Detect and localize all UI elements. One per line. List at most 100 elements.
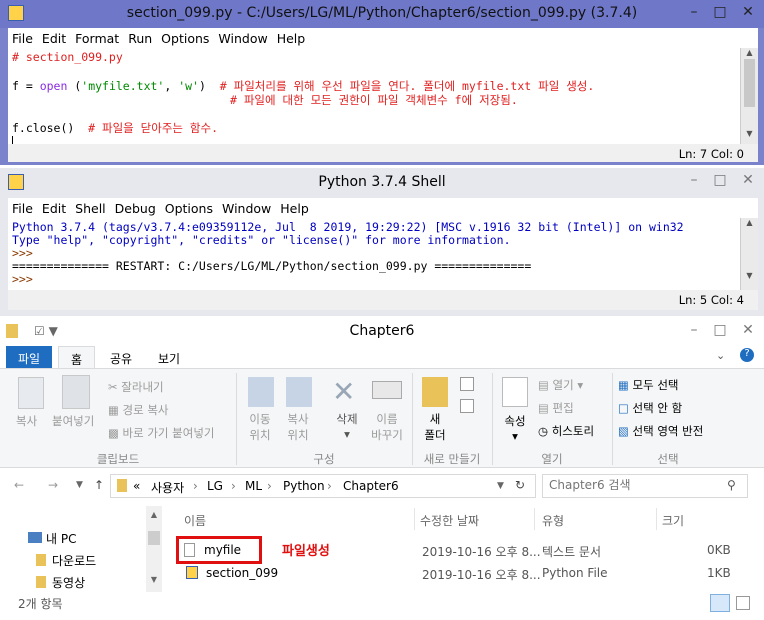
menu-format[interactable]: Format xyxy=(75,28,119,46)
nav-item-videos[interactable]: 동영상 xyxy=(52,574,85,591)
select-none-icon: □ xyxy=(618,401,633,415)
explorer-window: ☑ ▼ Chapter6 – □ ✕ 파일 홈 공유 보기 ⌄ ? 복사 붙여넣… xyxy=(0,318,764,620)
ribbon: 복사 붙여넣기 ✂ 잘라내기 ▦ 경로 복사 ▩ 바로 가기 붙여넣기 클립보드… xyxy=(0,368,764,468)
column-type[interactable]: 유형 xyxy=(542,512,564,529)
minimize-icon[interactable]: – xyxy=(680,0,708,24)
menu-options[interactable]: Options xyxy=(165,198,213,216)
tab-file[interactable]: 파일 xyxy=(6,346,53,368)
search-input[interactable] xyxy=(549,478,719,492)
minimize-icon[interactable]: – xyxy=(680,168,708,192)
copy-icon xyxy=(18,377,44,409)
copy-button[interactable]: 복사 xyxy=(16,413,37,429)
open-icon: ▤ xyxy=(538,378,553,392)
menu-debug[interactable]: Debug xyxy=(115,198,156,216)
select-all-button[interactable]: ▦ 모두 선택 xyxy=(618,377,679,393)
nav-item-downloads[interactable]: 다운로드 xyxy=(52,552,96,569)
close-icon[interactable]: ✕ xyxy=(734,168,762,192)
properties-icon xyxy=(502,377,528,407)
breadcrumb-chapter6[interactable]: Chapter6 xyxy=(343,479,399,493)
menu-file[interactable]: File xyxy=(12,28,33,46)
paste-button[interactable]: 붙여넣기 xyxy=(52,413,94,429)
breadcrumb-python[interactable]: Python xyxy=(283,479,325,493)
forward-arrow-icon[interactable]: → xyxy=(48,478,58,492)
search-icon[interactable]: ⚲ xyxy=(727,478,736,492)
up-arrow-icon[interactable]: ↑ xyxy=(94,478,104,492)
file-date: 2019-10-16 오후 8... xyxy=(422,568,541,582)
folder-icon xyxy=(117,479,127,492)
chevron-down-icon[interactable]: ⌄ xyxy=(716,349,725,362)
editor-menubar: File Edit Format Run Options Window Help xyxy=(8,28,758,48)
group-organize: 구성 xyxy=(313,452,335,466)
address-chevron-icon[interactable]: ▼ xyxy=(497,481,504,491)
code-line-6: f.close() # 파일을 닫아주는 함수. xyxy=(12,121,219,135)
select-none-button[interactable]: □ 선택 안 함 xyxy=(618,400,682,416)
shell-menubar: File Edit Shell Debug Options Window Help xyxy=(8,198,758,218)
new-item-icon[interactable] xyxy=(460,377,474,391)
pc-icon xyxy=(28,532,42,543)
table-row[interactable]: section_099 2019-10-16 오후 8... Python Fi… xyxy=(176,563,756,585)
address-bar[interactable]: « 사용자 › LG › ML › Python › Chapter6 ▼ ↻ xyxy=(110,474,536,498)
delete-icon: ✕ xyxy=(332,375,356,408)
close-icon[interactable]: ✕ xyxy=(734,0,762,24)
breadcrumb-users[interactable]: 사용자 xyxy=(151,479,184,496)
copy-path-button[interactable]: ▦ 경로 복사 xyxy=(108,402,169,418)
menu-window[interactable]: Window xyxy=(218,28,267,46)
column-date[interactable]: 수정한 날짜 xyxy=(420,512,479,529)
cut-button[interactable]: ✂ 잘라내기 xyxy=(108,379,164,395)
maximize-icon[interactable]: □ xyxy=(706,168,734,192)
menu-help[interactable]: Help xyxy=(280,198,309,216)
help-icon[interactable]: ? xyxy=(740,348,754,362)
shell-scrollbar[interactable]: ▲ ▼ xyxy=(740,218,758,290)
editor-scrollbar[interactable]: ▲ ▼ xyxy=(740,48,758,144)
file-name: section_099 xyxy=(206,566,279,580)
column-name[interactable]: 이름 xyxy=(184,512,206,529)
shell-output[interactable]: Python 3.7.4 (tags/v3.7.4:e09359112e, Ju… xyxy=(8,218,740,290)
minimize-icon[interactable]: – xyxy=(680,318,708,342)
tab-home[interactable]: 홈 xyxy=(58,346,96,368)
tab-share[interactable]: 공유 xyxy=(98,346,144,368)
column-size[interactable]: 크기 xyxy=(662,512,684,529)
history-button[interactable]: ◷ 히스토리 xyxy=(538,423,594,439)
move-to-button[interactable]: 이동 위치 xyxy=(248,411,272,443)
refresh-icon[interactable]: ↻ xyxy=(515,478,525,492)
edit-button[interactable]: ▤ 편집 xyxy=(538,400,574,416)
search-box[interactable]: ⚲ xyxy=(542,474,748,498)
close-icon[interactable]: ✕ xyxy=(734,318,762,342)
rename-button[interactable]: 이름 바꾸기 xyxy=(370,411,404,443)
maximize-icon[interactable]: □ xyxy=(706,318,734,342)
menu-shell[interactable]: Shell xyxy=(75,198,106,216)
copy-to-button[interactable]: 복사 위치 xyxy=(286,411,310,443)
menu-help[interactable]: Help xyxy=(277,28,306,46)
easy-access-icon[interactable] xyxy=(460,399,474,413)
file-type: 텍스트 문서 xyxy=(542,545,602,559)
large-icons-view-icon[interactable] xyxy=(736,596,750,610)
menu-run[interactable]: Run xyxy=(128,28,152,46)
menu-edit[interactable]: Edit xyxy=(42,28,66,46)
table-row[interactable]: myfile 2019-10-16 오후 8... 텍스트 문서 0KB xyxy=(176,540,756,562)
details-view-icon[interactable] xyxy=(710,594,730,612)
file-size: 1KB xyxy=(707,566,731,580)
recent-chevron-icon[interactable]: ▼ xyxy=(76,480,83,490)
paste-icon xyxy=(62,375,90,409)
nav-scrollbar[interactable]: ▲ ▼ xyxy=(146,506,162,592)
menu-window[interactable]: Window xyxy=(222,198,271,216)
group-select: 선택 xyxy=(657,452,679,466)
tab-view[interactable]: 보기 xyxy=(146,346,192,368)
maximize-icon[interactable]: □ xyxy=(706,0,734,24)
breadcrumb-overflow[interactable]: « xyxy=(133,479,140,493)
invert-selection-button[interactable]: ▧ 선택 영역 반전 xyxy=(618,423,703,439)
menu-edit[interactable]: Edit xyxy=(42,198,66,216)
python-file-icon xyxy=(186,566,198,579)
back-arrow-icon[interactable]: ← xyxy=(14,478,24,492)
breadcrumb-ml[interactable]: ML xyxy=(245,479,262,493)
menu-file[interactable]: File xyxy=(12,198,33,216)
open-button[interactable]: ▤ 열기 ▾ xyxy=(538,377,583,393)
nav-item-mypc[interactable]: 내 PC xyxy=(46,530,76,547)
new-folder-button[interactable]: 새 폴더 xyxy=(424,411,446,443)
properties-button[interactable]: 속성 ▾ xyxy=(502,413,528,443)
code-area[interactable]: # section_099.py f = open ('myfile.txt',… xyxy=(8,48,740,148)
menu-options[interactable]: Options xyxy=(161,28,209,46)
delete-button[interactable]: 삭제 ▾ xyxy=(334,411,360,441)
breadcrumb-lg[interactable]: LG xyxy=(207,479,223,493)
paste-shortcut-button[interactable]: ▩ 바로 가기 붙여넣기 xyxy=(108,425,214,441)
